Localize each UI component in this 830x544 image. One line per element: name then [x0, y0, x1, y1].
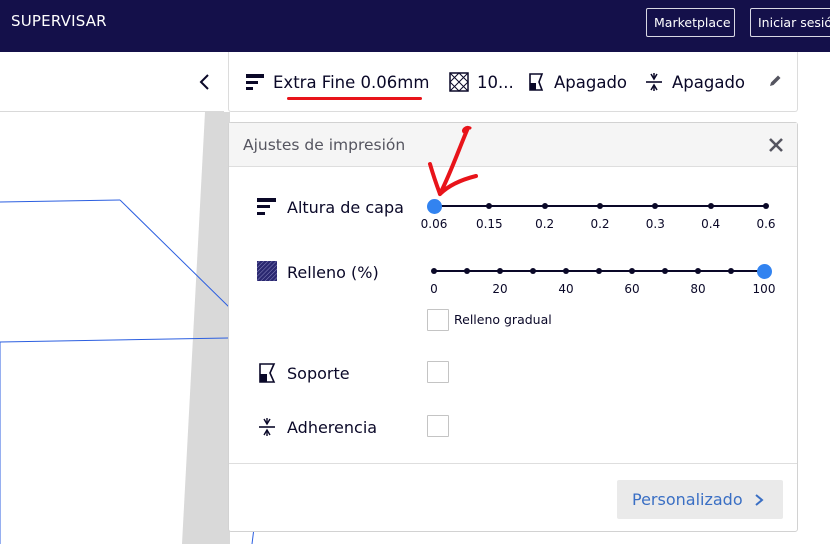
custom-mode-label: Personalizado	[632, 490, 743, 509]
support-checkbox[interactable]	[427, 361, 449, 383]
profile-summary[interactable]: Extra Fine 0.06mm	[245, 52, 429, 112]
gradual-infill-checkbox[interactable]	[427, 309, 449, 331]
tick-label: 0.4	[701, 217, 721, 231]
tick-label: 0	[430, 282, 438, 296]
adhesion-icon	[646, 73, 662, 91]
infill-summary[interactable]: 10...	[449, 52, 514, 112]
tick-label: 100	[752, 282, 776, 296]
profile-label: Extra Fine 0.06mm	[273, 72, 430, 92]
tick-label: 0.15	[475, 217, 503, 231]
annotation-arrow	[428, 126, 478, 196]
marketplace-button[interactable]: Marketplace	[646, 8, 735, 37]
slider-tick	[486, 203, 493, 209]
tick-label: 40	[558, 282, 574, 296]
custom-mode-button[interactable]: Personalizado	[617, 480, 783, 519]
slider-tick	[541, 203, 548, 209]
gradual-infill-label: Relleno gradual	[454, 312, 552, 327]
slider-tick	[629, 268, 635, 274]
tick-label: 0.2	[590, 217, 610, 231]
panel-footer-divider	[229, 463, 797, 464]
layer-height-label: Altura de capa	[287, 198, 404, 217]
support-icon	[259, 363, 276, 383]
slider-tick	[695, 268, 701, 274]
tick-label: 0.3	[645, 217, 665, 231]
print-settings-summary[interactable]: Extra Fine 0.06mm 10... Apagado Apagado	[228, 52, 798, 112]
slider-tick	[497, 268, 503, 274]
pencil-icon[interactable]	[767, 73, 783, 89]
panel-header: Ajustes de impresión	[229, 123, 797, 167]
chevron-left-icon[interactable]	[197, 72, 213, 92]
slider-tick	[597, 203, 603, 209]
adhesion-label: Adherencia	[287, 418, 378, 437]
layer-height-slider[interactable]	[427, 199, 769, 214]
tick-label: 20	[492, 282, 508, 296]
adhesion-summary[interactable]: Apagado	[644, 52, 745, 112]
panel-title: Ajustes de impresión	[243, 136, 406, 154]
infill-slider[interactable]	[431, 264, 772, 279]
slider-handle[interactable]	[757, 264, 772, 279]
slider-tick	[530, 268, 536, 274]
adhesion-icon	[259, 418, 275, 436]
tick-label: 0.6	[756, 217, 776, 231]
slider-tick	[652, 203, 659, 209]
print-settings-panel: Ajustes de impresión Altura de capa Rell…	[228, 122, 798, 532]
infill-value: 10...	[477, 72, 514, 92]
slider-tick	[563, 268, 569, 274]
infill-label: Relleno (%)	[287, 263, 379, 282]
slider-tick	[464, 268, 470, 274]
tick-label: 60	[624, 282, 640, 296]
support-value: Apagado	[554, 72, 628, 92]
adhesion-value: Apagado	[672, 72, 746, 92]
tick-label: 80	[690, 282, 706, 296]
login-button[interactable]: Iniciar sesión	[750, 8, 830, 37]
annotation-underline	[287, 97, 422, 100]
top-bar: SUPERVISAR Marketplace Iniciar sesión	[0, 0, 830, 52]
support-icon	[529, 73, 544, 91]
slider-tick	[707, 203, 714, 209]
slider-tick	[763, 203, 769, 209]
infill-icon	[449, 72, 469, 92]
infill-icon	[257, 261, 277, 281]
support-label: Soporte	[287, 364, 350, 383]
object-list-header	[0, 52, 224, 112]
tick-label: 0.06	[420, 217, 448, 231]
support-summary[interactable]: Apagado	[526, 52, 627, 112]
slider-tick	[728, 268, 734, 274]
stage-tab-monitor[interactable]: SUPERVISAR	[11, 12, 107, 30]
close-icon[interactable]	[766, 135, 786, 155]
layer-height-icon	[246, 74, 264, 90]
slider-tick	[662, 268, 668, 274]
slider-tick	[431, 268, 437, 274]
chevron-right-icon	[754, 493, 764, 506]
slider-tick	[596, 268, 602, 274]
adhesion-checkbox[interactable]	[427, 415, 449, 437]
tick-label: 0.2	[535, 217, 555, 231]
layer-height-icon	[257, 198, 276, 215]
